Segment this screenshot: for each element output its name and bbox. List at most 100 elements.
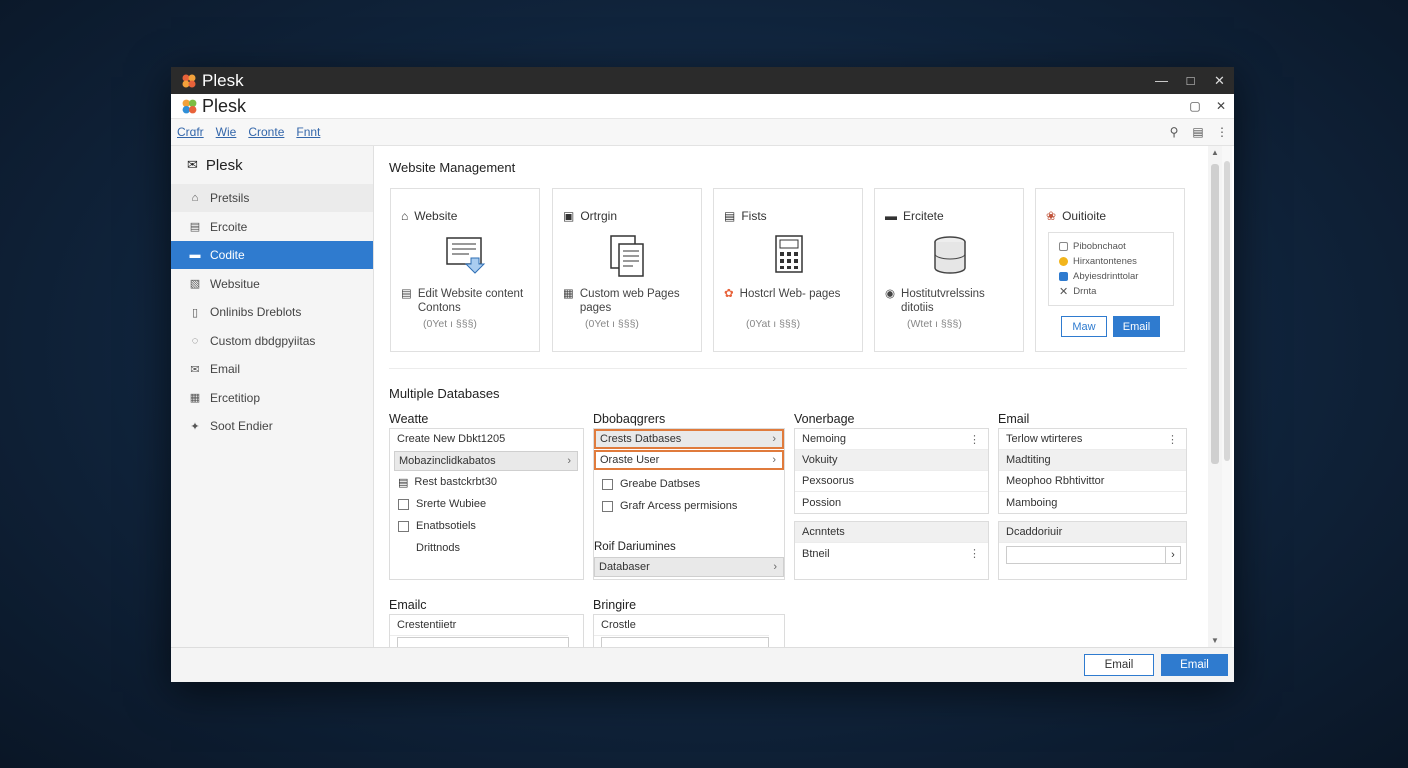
table-row[interactable]: Madtiting	[999, 450, 1186, 471]
panel-header: Dcaddoriuir	[999, 522, 1186, 543]
card-ercitete[interactable]: ▬ Ercitete ◉ Hostitutvrelssins ditotiis (W…	[874, 188, 1024, 352]
table-row[interactable]: Nemoing ⋮	[795, 429, 988, 450]
primary-email-button[interactable]: Email	[1161, 654, 1228, 676]
more-icon[interactable]: ⋮	[1167, 433, 1178, 446]
menu-item-4[interactable]: Fnnt	[296, 125, 320, 139]
folder-icon: ▬	[189, 249, 201, 261]
sidebar-item-custom[interactable]: ◌ Custom dbdgpyiitas	[171, 327, 373, 355]
list-item[interactable]: Srerte Wubiee	[394, 494, 578, 514]
card-title: Ercitete	[903, 209, 944, 223]
chevron-right-icon[interactable]: ›	[1165, 546, 1181, 564]
status-swatch	[1059, 257, 1068, 266]
sidebar-item-websitue[interactable]: ▧ Websitue	[171, 270, 373, 298]
sidebar-header-label: Plesk	[205, 156, 243, 174]
card-ouitioite: ❀ Ouitioite Pibobnchaot Hirxantontenes Ab…	[1035, 188, 1185, 352]
list-item[interactable]: Greabe Datbses	[598, 474, 782, 494]
close-button[interactable]: ✕	[1205, 73, 1234, 89]
table-row[interactable]: Pexsoorus	[795, 471, 988, 492]
chevron-right-icon: ›	[773, 561, 777, 573]
list-item[interactable]: Enatbsotiels	[394, 516, 578, 536]
restore-icon[interactable]: ▢	[1182, 99, 1208, 113]
chevron-right-icon: ›	[567, 455, 571, 467]
chevron-right-icon: ›	[772, 433, 776, 445]
database-icon: ▧	[189, 278, 201, 290]
puzzle-icon: ✦	[190, 420, 200, 433]
menu-item-2[interactable]: Wie	[216, 125, 237, 139]
sidebar-item-label: Ercoite	[210, 219, 248, 234]
column-title: Weatte	[389, 412, 429, 426]
secondary-email-button[interactable]: Email	[1084, 654, 1154, 676]
checkbox[interactable]	[398, 498, 409, 510]
card-desc: Hostitutvrelssins ditotiis	[901, 288, 985, 314]
sidebar-item-ercetitiop[interactable]: ▦ Ercetitiop	[171, 384, 373, 412]
card-title: Ortrgin	[580, 209, 618, 223]
server-icon: ▬	[885, 209, 897, 223]
table-row[interactable]: Meophoo Rbhtivittor	[999, 471, 1186, 492]
sidebar-item-onlinibs[interactable]: ▯ Onlinibs Dreblots	[171, 298, 373, 326]
create-database-item[interactable]: Crests Datbases ›	[594, 429, 784, 449]
checkbox[interactable]	[398, 520, 409, 532]
checkbox[interactable]	[602, 478, 613, 490]
sidebar-item-codite[interactable]: ▬ Codite	[171, 241, 373, 269]
scroll-up-icon[interactable]: ▲	[1208, 148, 1222, 157]
scroll-down-icon[interactable]: ▼	[1208, 636, 1222, 645]
table-row[interactable]: Btneil ⋮	[795, 543, 988, 564]
text-input[interactable]	[1006, 546, 1166, 564]
scrollbar[interactable]: ▲ ▼	[1208, 146, 1222, 647]
table-row[interactable]: Mamboing	[999, 492, 1186, 513]
text-input[interactable]	[397, 637, 569, 647]
list-item-label: Oraste User	[600, 454, 660, 466]
menu-item-1[interactable]: Crɑfr	[177, 125, 204, 139]
status-item: Hirxantontenes	[1073, 256, 1137, 267]
mail-icon: ✉	[190, 363, 200, 376]
card-sub: (0Yet ı §§§)	[585, 318, 639, 330]
list-item[interactable]: Drittnods	[394, 538, 578, 558]
email-button[interactable]: Email	[1113, 316, 1160, 337]
card-ortrgin[interactable]: ▣ Ortrgin ▦ Custom web Pages pages (0Yet ı…	[552, 188, 702, 352]
screen-icon[interactable]: ▤	[1186, 125, 1210, 139]
card-fists[interactable]: ▤ Fists ✿ Hostcrl Web- pages (0Yat ı §§§)	[713, 188, 863, 352]
table-row[interactable]: Terlow wtirteres ⋮	[999, 429, 1186, 450]
database-cylinder-icon	[934, 236, 966, 274]
outer-scrollbar[interactable]	[1222, 146, 1232, 647]
scrollbar-thumb[interactable]	[1211, 164, 1219, 464]
panel-weatte: Create New Dbkt1205 Mobazinclidkabatos ›…	[389, 428, 584, 580]
text-input[interactable]	[601, 637, 769, 647]
database-item[interactable]: Databaser ›	[594, 557, 784, 577]
sidebar-item-pretsils[interactable]: ⌂ Pretsils	[171, 184, 373, 212]
app-title: Plesk	[202, 95, 247, 116]
more-icon[interactable]: ⋮	[1210, 125, 1234, 139]
card-website[interactable]: ⌂ Website ▤ Edit Website content Contons (…	[390, 188, 540, 352]
document-icon: ▤	[189, 221, 201, 233]
list-item-label: Crests Datbases	[600, 433, 682, 445]
list-item-label: Enatbsotiels	[416, 520, 476, 532]
close-icon[interactable]: ✕	[1208, 99, 1234, 113]
sidebar: ✉ Plesk ⌂ Pretsils ▤ Ercoite ▬ Codite ▧ …	[171, 146, 374, 647]
calculator-icon	[775, 235, 803, 273]
maximize-button[interactable]: □	[1176, 73, 1205, 89]
sidebar-item-email[interactable]: ✉ Email	[171, 355, 373, 383]
more-icon[interactable]: ⋮	[969, 433, 980, 446]
menu-item-3[interactable]: Cronte	[248, 125, 284, 139]
list-item-selected[interactable]: Mobazinclidkabatos ›	[394, 451, 578, 471]
sidebar-item-ercoite[interactable]: ▤ Ercoite	[171, 213, 373, 241]
table-row[interactable]: Vokuity	[795, 450, 988, 471]
maw-button[interactable]: Maw	[1061, 316, 1107, 337]
more-icon[interactable]: ⋮	[969, 547, 980, 560]
table-row[interactable]: Crostle	[594, 615, 769, 636]
list-item[interactable]: Grafr Arcess permisions	[598, 496, 782, 516]
card-sub: (Wtet ı §§§)	[907, 318, 962, 330]
list-item[interactable]: Create New Dbkt1205	[393, 429, 579, 449]
panel-bringire: Crostle	[593, 614, 785, 647]
table-row[interactable]: Possion	[795, 492, 988, 513]
minimize-button[interactable]: —	[1147, 73, 1176, 89]
sidebar-item-soot-endier[interactable]: ✦ Soot Endier	[171, 412, 373, 440]
checkbox[interactable]	[602, 500, 613, 512]
list-item[interactable]: ▤ Rest bastckrbt30	[394, 472, 578, 492]
create-user-item[interactable]: Oraste User ›	[594, 450, 784, 470]
search-icon[interactable]: ⚲	[1162, 125, 1186, 139]
card-desc: Edit Website content Contons	[417, 288, 524, 314]
scrollbar-thumb[interactable]	[1224, 161, 1230, 461]
table-row[interactable]: Crestentiietr	[390, 615, 568, 636]
panel-dbobaqgrers: Crests Datbases › Oraste User › Greabe D…	[593, 428, 785, 580]
